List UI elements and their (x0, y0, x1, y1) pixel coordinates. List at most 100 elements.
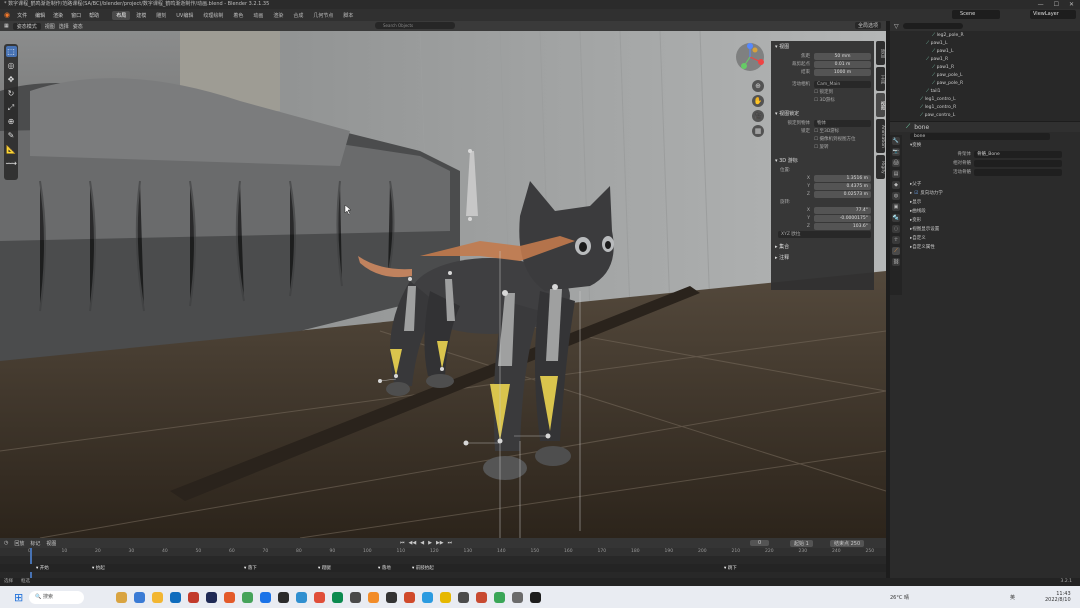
outliner-item[interactable]: ⟋ leg1_contro_L (890, 96, 1080, 104)
cursor-rot-x-field[interactable]: 77.4° (814, 206, 871, 214)
windows-start-icon[interactable]: ⊞ (14, 591, 23, 604)
menu-file[interactable]: 文件 (14, 12, 30, 19)
camera-view-icon[interactable]: 🎥 (752, 110, 764, 122)
view-layer-selector[interactable]: ViewLayer (1030, 10, 1076, 19)
timeline-marker[interactable]: ▾ 跳下 (724, 565, 737, 571)
cursor-y-field[interactable]: 0.4375 m (814, 182, 871, 190)
tab-sculpting[interactable]: 雕刻 (152, 11, 170, 20)
tab-scripting[interactable]: 脚本 (339, 11, 357, 20)
bone-datablock-field[interactable]: bone (910, 133, 1050, 140)
taskbar-app-icon[interactable] (404, 591, 416, 603)
lock-checkbox-1[interactable]: ☐ 锁定到 (814, 89, 833, 95)
taskbar-app-icon[interactable] (494, 591, 506, 603)
bone-tab-icon[interactable]: ⟋ (892, 247, 900, 255)
cursor-z-field[interactable]: 0.02573 m (814, 190, 871, 198)
rotation-mode-dropdown[interactable]: XYZ 欧拉 (778, 230, 871, 238)
tab-item[interactable]: 项目 (876, 41, 885, 65)
tab-view[interactable]: 视图 (876, 93, 885, 117)
outliner-item[interactable]: ⟋ paw1_L (890, 40, 1080, 48)
tool-tab-icon[interactable]: 🔧 (892, 137, 900, 145)
focal-length-field[interactable]: 50 mm (814, 52, 871, 60)
taskbar-app-icon[interactable] (170, 591, 182, 603)
lock-cursor-checkbox[interactable]: ☐ 至3D游标 (814, 128, 839, 134)
lock-object-field[interactable]: 物体 (814, 119, 871, 127)
view-layer-tab-icon[interactable]: ▤ (892, 170, 900, 178)
taskbar-app-icon[interactable] (530, 591, 542, 603)
pan-hand-icon[interactable]: ✋ (752, 95, 764, 107)
outliner-item[interactable]: ⟋ leg2_pole_R (890, 32, 1080, 40)
menu-render[interactable]: 渲染 (50, 12, 66, 19)
section-viewport-header[interactable]: ▸ 视图显示设置 (904, 225, 1080, 234)
tab-animation[interactable]: Animation (876, 119, 885, 153)
scale-icon[interactable]: ⤢ (6, 102, 17, 113)
taskbar-app-icon[interactable] (116, 591, 128, 603)
close-button[interactable]: ✕ (1069, 0, 1074, 9)
menu-edit[interactable]: 编辑 (32, 12, 48, 19)
menu-pose[interactable]: 姿态 (73, 23, 83, 30)
taskbar-app-icon[interactable] (188, 591, 200, 603)
tab-shading[interactable]: 着色 (229, 11, 247, 20)
outliner-item[interactable]: ⟋ leg1_contro_R (890, 104, 1080, 112)
outliner-search-input[interactable] (902, 23, 963, 29)
blender-logo-icon[interactable]: ◉ (4, 11, 10, 19)
section-transform-header[interactable]: ▾ 变换 (904, 141, 1080, 150)
tab-rendering[interactable]: 渲染 (269, 11, 287, 20)
outliner-item[interactable]: ⟋ paw1_R (890, 56, 1080, 64)
section-custom-header[interactable]: ▸ 自定义 (904, 234, 1080, 243)
maximize-button[interactable]: ☐ (1054, 0, 1059, 9)
outliner-item[interactable]: ⟋ paw_pole_R (890, 80, 1080, 88)
taskbar-app-icon[interactable] (440, 591, 452, 603)
jump-end-icon[interactable]: ⏭ (448, 540, 453, 546)
menu-window[interactable]: 窗口 (68, 12, 84, 19)
scene-tab-icon[interactable]: ◆ (892, 181, 900, 189)
section-3d-cursor-header[interactable]: ▾ 3D 游标 (771, 155, 874, 166)
tab-layout[interactable]: 布局 (112, 10, 131, 20)
section-curve-header[interactable]: ▸ 曲线段 (904, 207, 1080, 216)
taskbar-app-icon[interactable] (260, 591, 272, 603)
timeline-marker[interactable]: ▾ 落地 (378, 565, 391, 571)
measure-icon[interactable]: 📐 (6, 144, 17, 155)
tab-tool[interactable]: 工具 (876, 67, 885, 91)
play-reverse-icon[interactable]: ◀ (420, 540, 424, 546)
tab-animation[interactable]: 动画 (249, 11, 267, 20)
tab-modeling[interactable]: 建模 (132, 11, 150, 20)
outliner-item[interactable]: ⟋ tail1 (890, 88, 1080, 96)
rotate-icon[interactable]: ↻ (6, 88, 17, 99)
current-frame-field[interactable]: 0 (750, 540, 770, 546)
taskbar-app-icon[interactable] (476, 591, 488, 603)
clip-end-field[interactable]: 1000 m (814, 68, 871, 76)
relation-field[interactable] (974, 160, 1062, 167)
timeline-marker[interactable]: ▾ 落下 (244, 565, 257, 571)
clock[interactable]: 11:43 2022/8/10 (1045, 591, 1071, 603)
scene-selector[interactable]: Scene (952, 10, 1000, 19)
prev-key-icon[interactable]: ◀◀ (409, 540, 417, 546)
mode-selector[interactable]: 姿态模式 (12, 22, 41, 30)
outliner-filter-icon[interactable]: ▽ (894, 23, 899, 30)
outliner-item[interactable]: ⟋ paw_contro_L (890, 112, 1080, 120)
offset-field[interactable] (974, 169, 1062, 176)
cursor-rot-y-field[interactable]: -0.0000175° (814, 214, 871, 222)
section-annotations-header[interactable]: ▸ 注释 (771, 252, 874, 263)
select-box-icon[interactable]: ⬚ (5, 46, 17, 57)
clip-start-field[interactable]: 0.01 m (814, 60, 871, 68)
parent-field[interactable]: 骨骼_Bone (974, 151, 1062, 158)
physics-tab-icon[interactable]: ◌ (892, 225, 900, 233)
tab-texture-paint[interactable]: 纹理绘制 (199, 11, 227, 20)
taskbar-app-icon[interactable] (512, 591, 524, 603)
weather-widget[interactable]: 26°C 晴 (890, 594, 909, 601)
timeline-marker[interactable]: ▾ 抬起 (92, 565, 105, 571)
lock-rotation-checkbox[interactable]: ☐ 旋转 (814, 144, 828, 150)
object-tab-icon[interactable]: ▣ (892, 203, 900, 211)
timeline-marker[interactable]: ▾ 蹬腿 (318, 565, 331, 571)
cursor-rot-z-field[interactable]: 103.6° (814, 222, 871, 230)
minimize-button[interactable]: — (1038, 0, 1044, 9)
menu-help[interactable]: 帮助 (86, 12, 102, 19)
taskbar-app-icon[interactable] (386, 591, 398, 603)
timeline[interactable]: 0102030405060708090100110120130140150160… (0, 548, 886, 578)
taskbar-app-icon[interactable] (314, 591, 326, 603)
taskbar-app-icon[interactable] (350, 591, 362, 603)
taskbar-app-icon[interactable] (206, 591, 218, 603)
world-tab-icon[interactable]: ◍ (892, 192, 900, 200)
bone-constraint-tab-icon[interactable]: ⛓ (892, 258, 900, 266)
section-deform-header[interactable]: ▸ 变形 (904, 216, 1080, 225)
